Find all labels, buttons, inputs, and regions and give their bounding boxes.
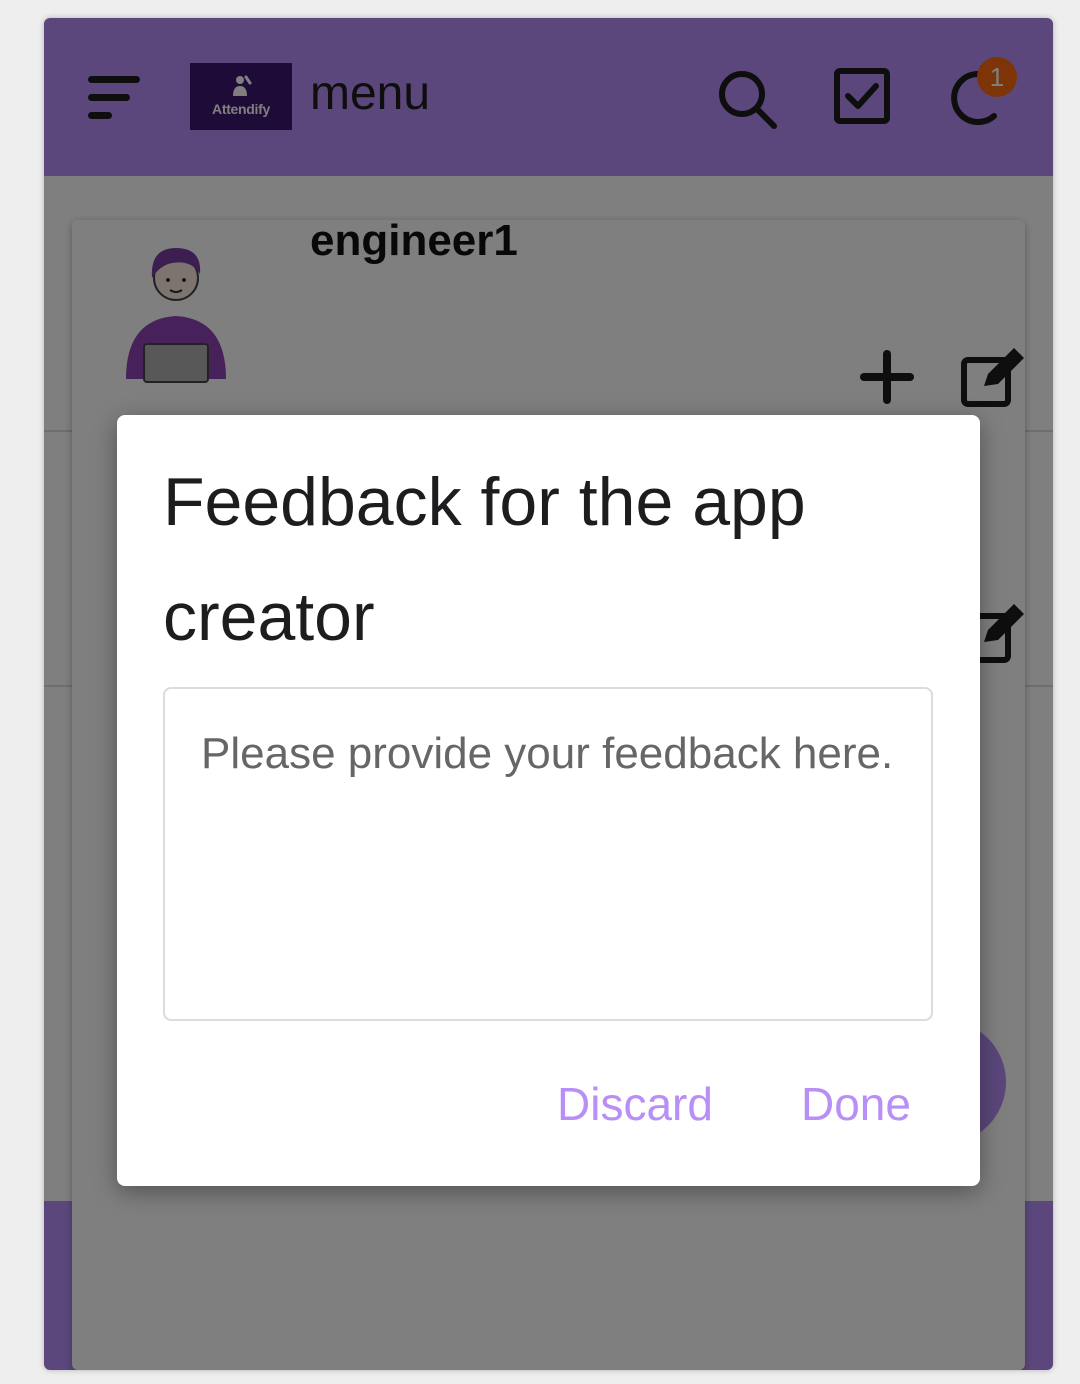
done-button[interactable]: Done	[801, 1077, 911, 1131]
app-frame: Attendify menu 1	[44, 18, 1053, 1370]
dialog-title: Feedback for the app creator	[163, 464, 806, 655]
feedback-dialog: Feedback for the app creator Discard Don…	[117, 415, 980, 1186]
feedback-input[interactable]	[163, 687, 933, 1021]
discard-button[interactable]: Discard	[557, 1077, 713, 1131]
